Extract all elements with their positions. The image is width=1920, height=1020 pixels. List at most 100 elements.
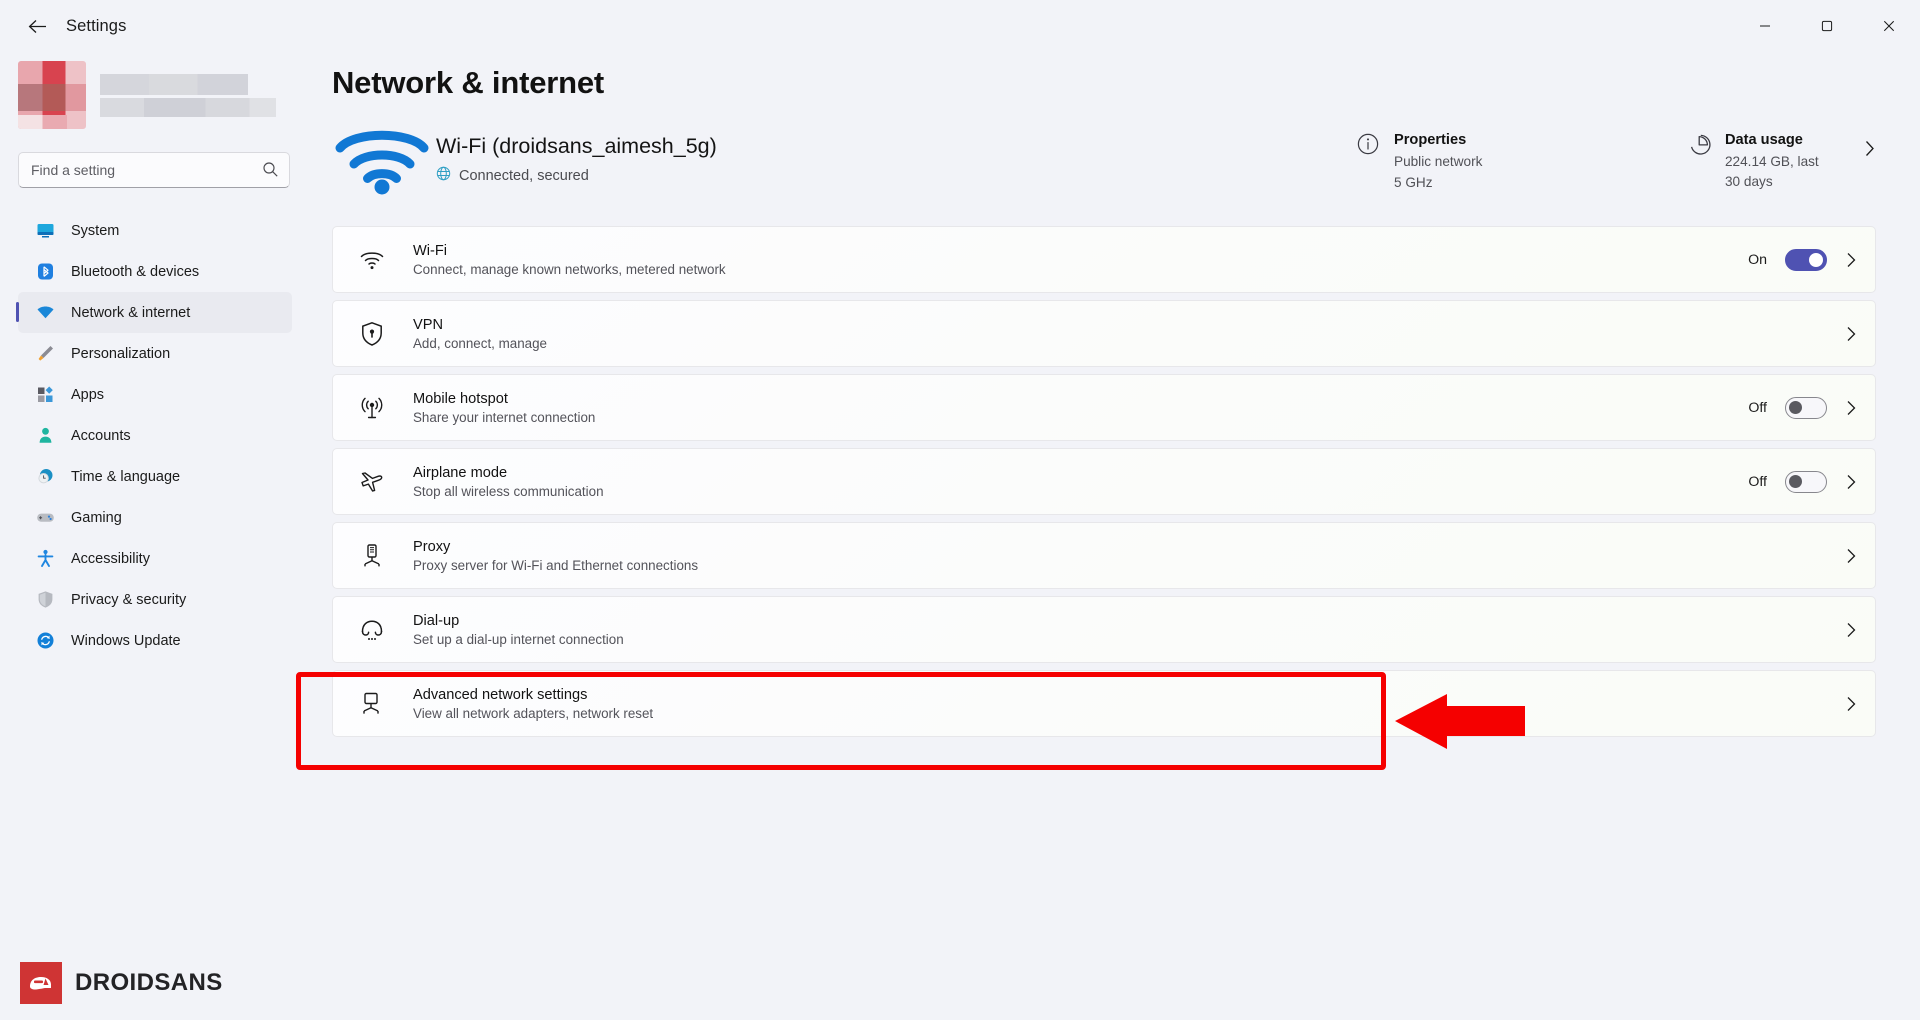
row-text: Mobile hotspot Share your internet conne…	[413, 391, 1748, 425]
shield-icon	[36, 590, 55, 609]
row-title: Advanced network settings	[413, 686, 588, 703]
row-text: Proxy Proxy server for Wi-Fi and Etherne…	[413, 539, 1845, 573]
minimize-button[interactable]	[1734, 0, 1796, 52]
page-title: Network & internet	[332, 65, 604, 100]
hotspot-broadcast-icon	[355, 395, 389, 421]
info-circle-icon	[1356, 132, 1380, 161]
row-controls: Off	[1748, 470, 1857, 493]
data-usage-subtitle: 224.14 GB, last 30 days	[1725, 154, 1819, 189]
clock-globe-icon	[36, 467, 55, 486]
connection-status: Connected, secured	[436, 166, 717, 185]
watermark-logo: DROIDSANS	[20, 962, 223, 1004]
row-advanced-network-settings[interactable]: Advanced network settings View all netwo…	[332, 670, 1876, 737]
person-icon	[36, 426, 55, 445]
droidsans-mark-icon	[20, 962, 62, 1004]
row-text: Wi-Fi Connect, manage known networks, me…	[413, 243, 1748, 277]
sidebar-item-apps[interactable]: Apps	[18, 374, 292, 415]
search-container	[18, 152, 290, 188]
minimize-icon	[1760, 25, 1770, 27]
chevron-right-icon[interactable]	[1845, 400, 1857, 416]
toggle-state-label: Off	[1748, 399, 1767, 416]
sidebar-item-label: Accessibility	[71, 550, 150, 567]
row-subtitle: Set up a dial-up internet connection	[413, 631, 624, 647]
row-proxy[interactable]: Proxy Proxy server for Wi-Fi and Etherne…	[332, 522, 1876, 589]
row-subtitle: Connect, manage known networks, metered …	[413, 261, 726, 277]
sidebar-item-system[interactable]: System	[18, 210, 292, 251]
sidebar-item-network-internet[interactable]: Network & internet	[16, 292, 292, 333]
row-airplane-mode[interactable]: Airplane mode Stop all wireless communic…	[332, 448, 1876, 515]
wifi-icon	[36, 303, 55, 322]
sidebar-item-accessibility[interactable]: Accessibility	[18, 538, 292, 579]
data-usage-title: Data usage	[1725, 132, 1803, 148]
sidebar-item-label: Gaming	[71, 509, 122, 526]
row-mobile-hotspot[interactable]: Mobile hotspot Share your internet conne…	[332, 374, 1876, 441]
sidebar-item-windows-update[interactable]: Windows Update	[18, 620, 292, 661]
accessibility-person-icon	[36, 549, 55, 568]
properties-card[interactable]: Properties Public network 5 GHz	[1356, 120, 1686, 192]
row-subtitle: Share your internet connection	[413, 409, 596, 425]
account-tile[interactable]	[0, 52, 310, 130]
caption-buttons	[1734, 0, 1920, 52]
pie-chart-icon	[1686, 132, 1711, 162]
sidebar-item-gaming[interactable]: Gaming	[18, 497, 292, 538]
wifi-toggle[interactable]	[1785, 248, 1827, 271]
back-button[interactable]	[16, 9, 58, 43]
row-text: VPN Add, connect, manage	[413, 317, 1845, 351]
chevron-right-icon[interactable]	[1863, 132, 1876, 162]
properties-band: 5 GHz	[1394, 174, 1433, 190]
row-text: Advanced network settings View all netwo…	[413, 687, 1845, 721]
sidebar-item-time-language[interactable]: Time & language	[18, 456, 292, 497]
maximize-button[interactable]	[1796, 0, 1858, 52]
toggle-state-label: Off	[1748, 473, 1767, 490]
sidebar: System Bluetooth & devices Network	[0, 52, 310, 1020]
chevron-right-icon[interactable]	[1845, 474, 1857, 490]
sidebar-item-label: Time & language	[71, 468, 181, 485]
airplane-mode-toggle[interactable]	[1785, 470, 1827, 493]
proxy-server-icon	[355, 543, 389, 569]
chevron-right-icon[interactable]	[1845, 622, 1857, 638]
sidebar-item-personalization[interactable]: Personalization	[18, 333, 292, 374]
row-controls	[1845, 326, 1857, 342]
row-controls	[1845, 622, 1857, 638]
row-text: Airplane mode Stop all wireless communic…	[413, 465, 1748, 499]
row-subtitle: Stop all wireless communication	[413, 483, 604, 499]
settings-window: Settings Find a setting System Bluetooth…	[0, 0, 1920, 1020]
vpn-shield-icon	[355, 321, 389, 347]
sidebar-item-label: System	[71, 222, 120, 239]
row-subtitle: Add, connect, manage	[413, 335, 547, 351]
chevron-right-icon[interactable]	[1845, 326, 1857, 342]
maximize-icon	[1821, 20, 1833, 32]
sidebar-item-accounts[interactable]: Accounts	[18, 415, 292, 456]
avatar	[18, 61, 86, 129]
row-title: VPN	[413, 316, 444, 333]
row-wifi[interactable]: Wi-Fi Connect, manage known networks, me…	[332, 226, 1876, 293]
sidebar-item-label: Accounts	[71, 427, 131, 444]
chevron-right-icon[interactable]	[1845, 696, 1857, 712]
row-text: Dial-up Set up a dial-up internet connec…	[413, 613, 1845, 647]
row-title: Proxy	[413, 538, 451, 555]
globe-icon	[436, 166, 451, 185]
search-input[interactable]	[18, 152, 290, 188]
close-button[interactable]	[1858, 0, 1920, 52]
row-title: Airplane mode	[413, 464, 508, 481]
close-icon	[1883, 20, 1895, 32]
data-usage-card[interactable]: Data usage 224.14 GB, last 30 days	[1686, 120, 1876, 191]
row-subtitle: Proxy server for Wi-Fi and Ethernet conn…	[413, 557, 699, 573]
sidebar-item-label: Privacy & security	[71, 591, 187, 608]
wifi-icon	[355, 249, 389, 271]
sidebar-item-label: Bluetooth & devices	[71, 263, 200, 280]
sidebar-item-label: Windows Update	[71, 632, 181, 649]
sidebar-item-bluetooth-devices[interactable]: Bluetooth & devices	[18, 251, 292, 292]
row-title: Mobile hotspot	[413, 390, 508, 407]
mobile-hotspot-toggle[interactable]	[1785, 396, 1827, 419]
back-arrow-icon	[28, 19, 46, 33]
toggle-state-label: On	[1748, 251, 1767, 268]
paintbrush-icon	[36, 344, 55, 363]
account-name-blurred	[100, 73, 276, 117]
row-dial-up[interactable]: Dial-up Set up a dial-up internet connec…	[332, 596, 1876, 663]
row-vpn[interactable]: VPN Add, connect, manage	[332, 300, 1876, 367]
chevron-right-icon[interactable]	[1845, 252, 1857, 268]
connection-info: Wi-Fi (droidsans_aimesh_5g) Connected, s…	[436, 120, 717, 185]
sidebar-item-privacy-security[interactable]: Privacy & security	[18, 579, 292, 620]
chevron-right-icon[interactable]	[1845, 548, 1857, 564]
